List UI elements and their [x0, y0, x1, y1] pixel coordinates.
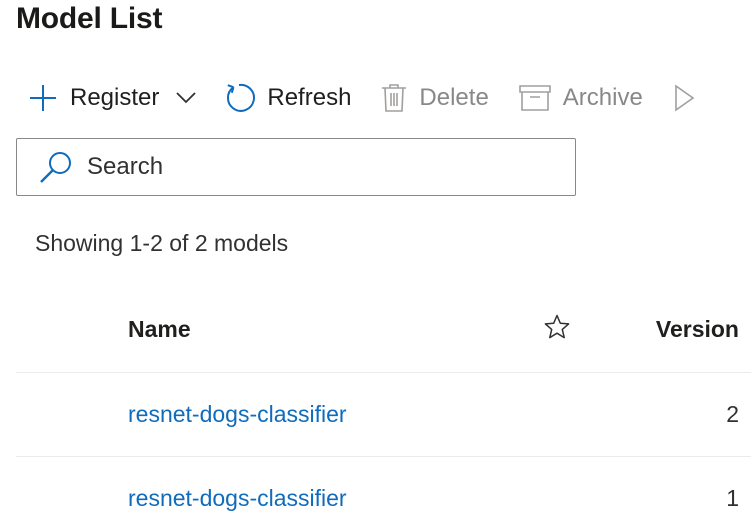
refresh-icon	[223, 82, 256, 114]
column-header-favorite[interactable]	[544, 314, 570, 346]
archive-button[interactable]: Archive	[518, 78, 643, 118]
table-row[interactable]: resnet-dogs-classifier 1	[16, 457, 751, 532]
toolbar: Register Refresh Delete Archive	[28, 78, 707, 118]
model-version: 1	[726, 485, 739, 511]
archive-label: Archive	[562, 84, 643, 111]
delete-button[interactable]: Delete	[381, 78, 489, 118]
table-row[interactable]: resnet-dogs-classifier 2	[16, 373, 751, 457]
model-version: 2	[726, 401, 739, 427]
more-actions-button[interactable]	[673, 78, 707, 118]
register-label: Register	[70, 84, 160, 111]
search-box	[16, 138, 576, 196]
delete-label: Delete	[419, 84, 489, 111]
play-icon	[673, 84, 695, 112]
model-list-page: Model List Register Refresh Delete Archi…	[0, 0, 751, 532]
refresh-button[interactable]: Refresh	[223, 78, 351, 118]
model-table: Name Version resnet-dogs-classifier 2 re…	[16, 290, 751, 532]
plus-icon	[28, 83, 58, 113]
trash-icon	[381, 83, 407, 113]
results-summary: Showing 1-2 of 2 models	[35, 230, 289, 256]
chevron-down-icon[interactable]	[175, 91, 197, 105]
column-header-version[interactable]: Version	[656, 316, 739, 343]
register-button[interactable]: Register	[28, 78, 197, 118]
refresh-label: Refresh	[267, 84, 352, 111]
page-title: Model List	[16, 2, 163, 35]
model-name-link[interactable]: resnet-dogs-classifier	[128, 485, 347, 512]
star-icon	[544, 314, 570, 345]
search-input[interactable]	[87, 153, 527, 181]
column-header-name[interactable]: Name	[128, 316, 191, 343]
model-name-link[interactable]: resnet-dogs-classifier	[128, 401, 347, 428]
table-header: Name Version	[16, 290, 751, 373]
archive-icon	[518, 84, 551, 112]
search-icon	[39, 150, 73, 184]
